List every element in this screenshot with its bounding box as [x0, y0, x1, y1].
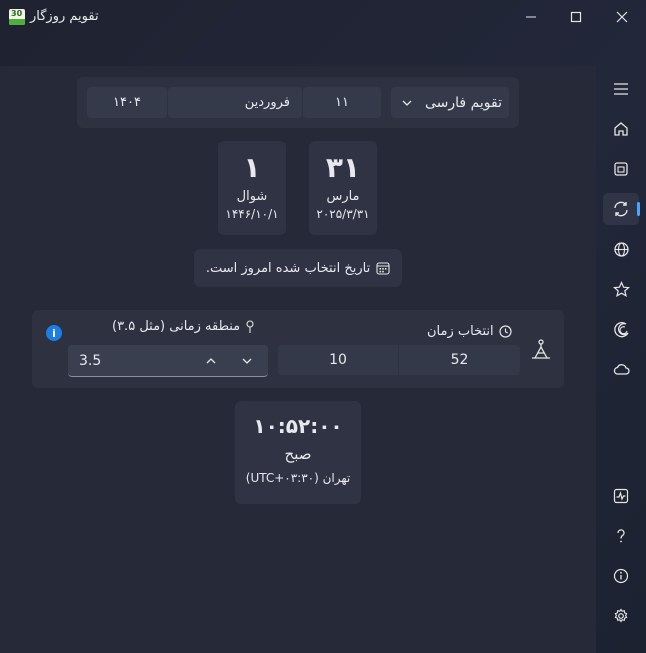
chevron-down-icon[interactable] [241, 355, 253, 367]
settings-icon [614, 608, 628, 623]
nav-moon[interactable] [603, 313, 639, 345]
nav-weather[interactable] [603, 353, 639, 385]
close-button[interactable] [599, 0, 645, 34]
nav-stats[interactable] [603, 480, 639, 512]
gregorian-full-date: ۲۰۲۵/۳/۳۱ [316, 207, 370, 221]
nav-settings[interactable] [603, 600, 639, 632]
date-input-card: تقویم فارسی ۱۱ فروردین ۱۴۰۴ [77, 77, 519, 128]
help-icon [617, 529, 625, 543]
clock-time: ۱۰:۵۲:۰۰ [253, 414, 343, 438]
nav-menu-button[interactable] [603, 73, 639, 105]
app-title: تقویم روزگار [30, 9, 99, 24]
navigation-rail [596, 66, 646, 653]
timezone-value: 3.5 [79, 353, 102, 369]
gregorian-month: مارس [326, 189, 360, 204]
nav-help[interactable] [603, 520, 639, 552]
maximize-button[interactable] [553, 0, 599, 34]
pulse-icon [613, 488, 629, 504]
today-note-text: تاریخ انتخاب شده امروز است. [205, 260, 371, 276]
nav-convert[interactable] [603, 193, 640, 225]
scale-icon [532, 339, 550, 359]
close-icon [616, 11, 628, 23]
info-icon [613, 568, 629, 584]
info-icon[interactable]: i [46, 325, 62, 341]
time-settings-card: انتخاب زمان 52 10 منطقه زمانی (مثل ۳.۵) … [32, 310, 564, 388]
minimize-button[interactable] [508, 0, 554, 34]
main-content: تقویم فارسی ۱۱ فروردین ۱۴۰۴ ۳۱ مارس ۲۰۲۵… [0, 66, 596, 653]
calendar-type-select[interactable]: تقویم فارسی [391, 87, 509, 118]
nav-about[interactable] [603, 560, 639, 592]
menu-icon [614, 83, 628, 95]
hour-field[interactable]: 10 [278, 345, 398, 375]
gregorian-date-card: ۳۱ مارس ۲۰۲۵/۳/۳۱ [309, 141, 377, 235]
app-logo-icon: 30 [9, 9, 25, 25]
clock-card: ۱۰:۵۲:۰۰ صبح تهران (UTC+۰۳:۳۰) [235, 401, 361, 504]
nav-calendar[interactable] [603, 153, 639, 185]
chevron-down-icon [402, 100, 412, 106]
nav-world[interactable] [603, 233, 639, 265]
hijri-day: ۱ [243, 151, 261, 184]
convert-icon [614, 201, 628, 217]
app-window: 30 تقویم روزگار تقویم فارسی ۱۱ فروردین ۱… [0, 0, 646, 653]
month-field[interactable]: فروردین [168, 87, 302, 118]
minute-field[interactable]: 52 [399, 345, 520, 375]
cloud-icon [613, 364, 630, 375]
year-field[interactable]: ۱۴۰۴ [87, 87, 167, 118]
star-icon [612, 280, 630, 297]
hijri-month: شوال [236, 189, 268, 204]
day-field[interactable]: ۱۱ [303, 87, 381, 118]
gregorian-day: ۳۱ [325, 151, 361, 184]
nav-favorites[interactable] [603, 273, 639, 305]
calendar-icon [614, 162, 628, 176]
moon-icon [613, 321, 629, 337]
globe-icon [613, 241, 629, 257]
timezone-label: منطقه زمانی (مثل ۳.۵) [112, 319, 241, 334]
time-label: انتخاب زمان [427, 324, 494, 339]
calendar-grid-icon [376, 262, 390, 275]
hijri-date-card: ۱ شوال ۱۴۴۶/۱۰/۱ [218, 141, 286, 235]
time-label-group: انتخاب زمان [427, 324, 522, 339]
clock-icon [499, 325, 512, 338]
clock-period: صبح [284, 445, 312, 463]
home-icon [614, 122, 628, 136]
today-note-badge: تاریخ انتخاب شده امروز است. [194, 249, 402, 287]
calendar-type-label: تقویم فارسی [425, 94, 502, 111]
chevron-up-icon[interactable] [205, 355, 217, 367]
pin-icon [246, 319, 254, 333]
clock-zone: تهران (UTC+۰۳:۳۰) [245, 471, 351, 485]
minimize-icon [526, 16, 536, 18]
active-indicator [637, 202, 640, 216]
nav-home[interactable] [603, 113, 639, 145]
timezone-number-box[interactable]: 3.5 [68, 345, 268, 377]
maximize-icon [570, 11, 582, 23]
timezone-label-group: منطقه زمانی (مثل ۳.۵) [112, 319, 278, 334]
title-bar: 30 تقویم روزگار [0, 0, 646, 34]
hijri-full-date: ۱۴۴۶/۱۰/۱ [225, 207, 279, 221]
